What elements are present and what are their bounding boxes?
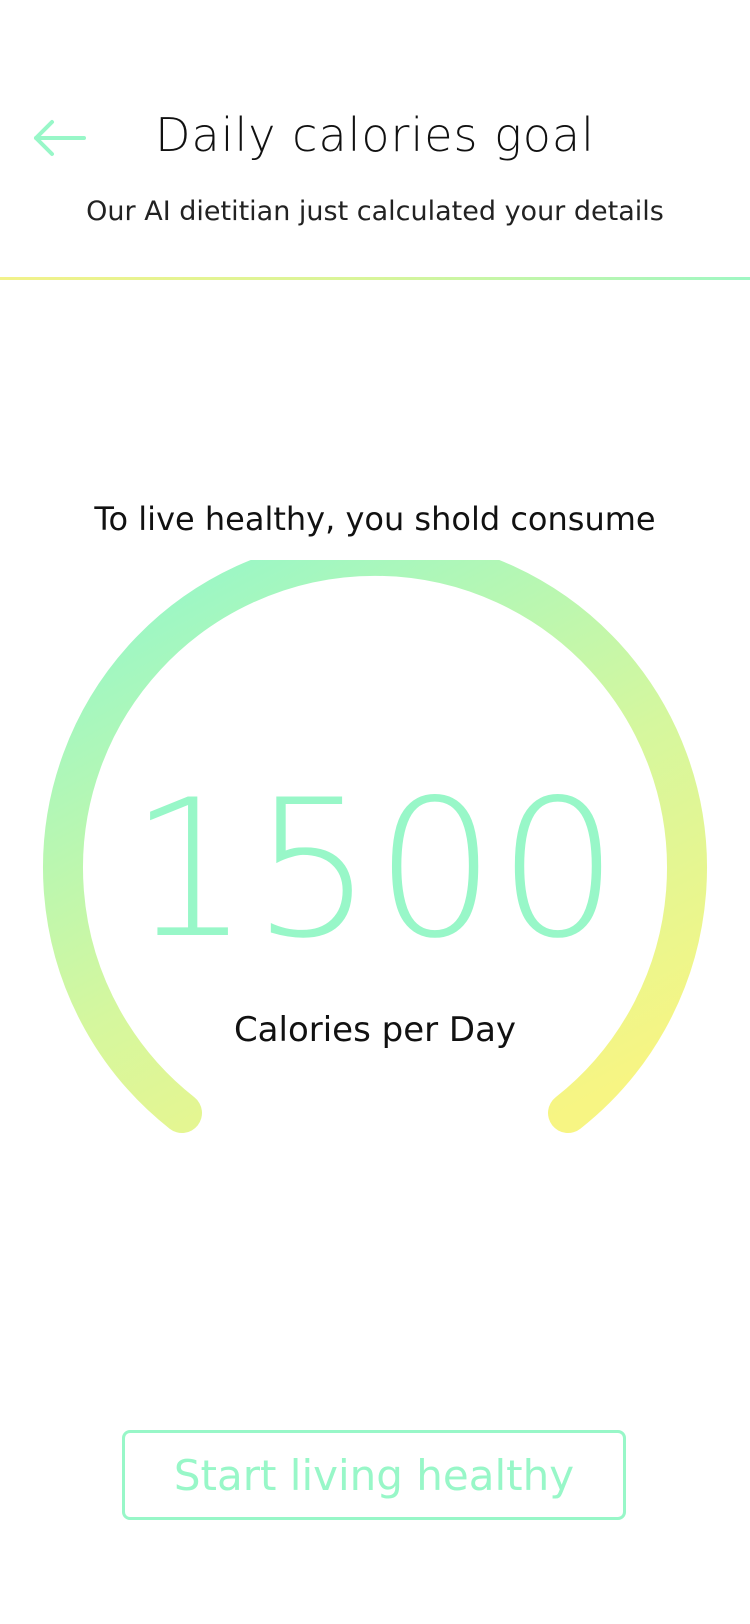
calorie-value: 1500: [129, 759, 621, 980]
calorie-unit-label: Calories per Day: [233, 1010, 517, 1050]
intro-text: To live healthy, you shold consume: [94, 500, 656, 538]
page-title: Daily calories goal: [155, 108, 595, 162]
page-subtitle: Our AI dietitian just calculated your de…: [86, 196, 664, 227]
header: Daily calories goal Our AI dietitian jus…: [0, 0, 750, 280]
start-living-healthy-button[interactable]: Start living healthy: [122, 1430, 626, 1520]
header-divider: [0, 277, 750, 280]
